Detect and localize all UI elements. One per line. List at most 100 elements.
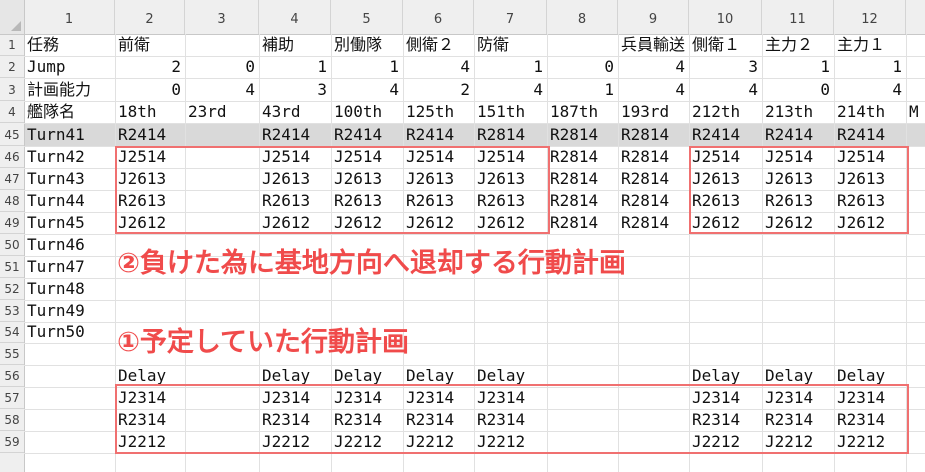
column-header-7[interactable]: 7 [474, 0, 547, 34]
cell[interactable]: Turn44 [24, 190, 115, 212]
row-header-1[interactable]: 1 [0, 34, 24, 56]
row-header-58[interactable]: 58 [0, 409, 24, 431]
cell[interactable]: 4 [618, 56, 689, 78]
cell[interactable]: 212th [689, 101, 762, 123]
column-header-12[interactable]: 12 [834, 0, 906, 34]
cell[interactable]: 0 [115, 79, 185, 101]
row-header-47[interactable]: 47 [0, 168, 24, 190]
row-header-4[interactable]: 4 [0, 101, 24, 123]
cell[interactable]: 125th [403, 101, 474, 123]
cell[interactable]: 主力２ [762, 34, 834, 56]
cell[interactable]: R2814 [618, 168, 689, 190]
cell[interactable]: 18th [115, 101, 185, 123]
cell[interactable]: R2414 [259, 124, 331, 146]
column-header-2[interactable]: 2 [115, 0, 185, 34]
cell[interactable]: R2414 [834, 124, 906, 146]
cell[interactable]: R2414 [403, 124, 474, 146]
column-header-1[interactable]: 1 [24, 0, 115, 34]
cell[interactable]: 計画能力 [24, 79, 115, 101]
cell[interactable]: Turn43 [24, 168, 115, 190]
cell[interactable]: R2814 [547, 168, 618, 190]
row-header-55[interactable]: 55 [0, 343, 24, 365]
cell[interactable]: 1 [762, 56, 834, 78]
row-header-50[interactable]: 50 [0, 234, 24, 256]
cell[interactable]: 0 [547, 56, 618, 78]
row-header-59[interactable]: 59 [0, 431, 24, 453]
cell[interactable]: 213th [762, 101, 834, 123]
cell[interactable]: R2814 [547, 190, 618, 212]
cell[interactable]: 1 [547, 79, 618, 101]
cell[interactable]: 151th [474, 101, 547, 123]
cell[interactable]: 1 [834, 56, 906, 78]
cell[interactable]: R2814 [618, 146, 689, 168]
cell[interactable]: R2814 [618, 124, 689, 146]
cell[interactable]: 4 [331, 79, 403, 101]
cell[interactable]: 4 [403, 56, 474, 78]
cell[interactable]: R2414 [115, 124, 185, 146]
cell[interactable]: 43rd [259, 101, 331, 123]
cell[interactable]: 4 [185, 79, 259, 101]
cell[interactable]: Turn46 [24, 234, 115, 256]
cell[interactable]: 3 [259, 79, 331, 101]
cell[interactable]: 214th [834, 101, 906, 123]
cell[interactable]: R2814 [547, 146, 618, 168]
row-header-52[interactable]: 52 [0, 278, 24, 300]
column-header-5[interactable]: 5 [331, 0, 403, 34]
cell[interactable]: 補助 [259, 34, 331, 56]
cell[interactable]: 4 [689, 79, 762, 101]
row-header-51[interactable]: 51 [0, 256, 24, 278]
cell[interactable]: 193rd [618, 101, 689, 123]
row-header-3[interactable]: 3 [0, 79, 24, 101]
row-header-48[interactable]: 48 [0, 190, 24, 212]
cell[interactable]: 防衛 [474, 34, 547, 56]
column-header-8[interactable]: 8 [547, 0, 618, 34]
cell[interactable]: R2814 [547, 212, 618, 234]
cell[interactable]: 1 [331, 56, 403, 78]
cell[interactable]: Turn50 [24, 321, 115, 343]
column-header-9[interactable]: 9 [618, 0, 689, 34]
cell[interactable]: 187th [547, 101, 618, 123]
column-header-6[interactable]: 6 [403, 0, 474, 34]
cell[interactable]: Turn49 [24, 300, 115, 322]
cell[interactable]: 3 [689, 56, 762, 78]
cell[interactable]: 1 [474, 56, 547, 78]
column-header-10[interactable]: 10 [689, 0, 762, 34]
column-header-11[interactable]: 11 [762, 0, 834, 34]
row-header-53[interactable]: 53 [0, 300, 24, 322]
row-header-46[interactable]: 46 [0, 146, 24, 168]
cell[interactable]: Turn48 [24, 278, 115, 300]
cell[interactable]: 23rd [185, 101, 259, 123]
cell[interactable]: 前衛 [115, 34, 185, 56]
cell[interactable]: Turn45 [24, 212, 115, 234]
row-header-2[interactable]: 2 [0, 56, 24, 78]
cell[interactable]: R2414 [689, 124, 762, 146]
cell[interactable]: R2814 [618, 190, 689, 212]
cell[interactable]: 4 [474, 79, 547, 101]
column-header-3[interactable]: 3 [185, 0, 259, 34]
cell[interactable]: 兵員輸送 [618, 34, 689, 56]
row-header-54[interactable]: 54 [0, 321, 24, 343]
cell[interactable]: 100th [331, 101, 403, 123]
cell[interactable]: 4 [834, 79, 906, 101]
cell[interactable]: 任務 [24, 34, 115, 56]
cell[interactable]: 0 [185, 56, 259, 78]
cell[interactable]: Turn42 [24, 146, 115, 168]
cell[interactable]: 2 [403, 79, 474, 101]
cell[interactable]: M [906, 101, 925, 123]
cell[interactable]: R2814 [474, 124, 547, 146]
cell[interactable]: 側衛１ [689, 34, 762, 56]
cell[interactable]: 2 [115, 56, 185, 78]
cell[interactable]: 側衛２ [403, 34, 474, 56]
cell[interactable]: 4 [618, 79, 689, 101]
cell[interactable]: R2814 [618, 212, 689, 234]
cell[interactable]: 艦隊名 [24, 101, 115, 123]
cell[interactable]: R2414 [762, 124, 834, 146]
select-all-corner[interactable] [0, 0, 25, 35]
cell[interactable]: 主力１ [834, 34, 906, 56]
row-header-57[interactable]: 57 [0, 387, 24, 409]
row-header-45[interactable]: 45 [0, 124, 24, 146]
cell[interactable]: 0 [762, 79, 834, 101]
spreadsheet[interactable]: 1 2 3 4 5 6 7 8 9 10 11 12 1 2 3 4 45 46 47 48 49 50 51 52 53 54… [0, 0, 925, 472]
cell[interactable]: Turn41 [24, 124, 115, 146]
cell[interactable]: R2414 [331, 124, 403, 146]
